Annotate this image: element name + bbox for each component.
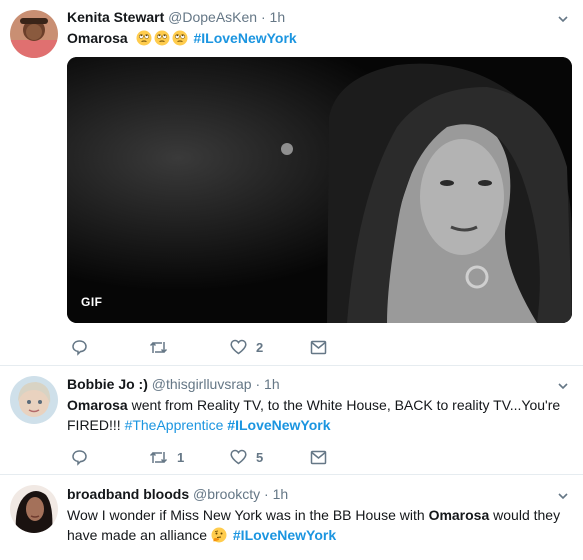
gif-frame-image	[67, 57, 572, 323]
direct-message-button[interactable]	[310, 337, 327, 357]
like-button[interactable]: 5	[230, 447, 263, 467]
timestamp[interactable]: 1h	[273, 486, 289, 502]
direct-message-button[interactable]	[310, 447, 327, 467]
hashtag-link[interactable]: #ILoveNewYork	[227, 417, 330, 433]
hashtag-link[interactable]: #ILoveNewYork	[193, 30, 296, 46]
like-button[interactable]: 2	[230, 337, 263, 357]
reply-icon	[72, 339, 87, 356]
avatar[interactable]	[10, 10, 58, 58]
display-name[interactable]: broadband bloods	[67, 486, 189, 502]
separator-dot: ·	[255, 376, 261, 392]
chevron-down-icon[interactable]	[557, 13, 569, 25]
envelope-icon	[310, 340, 327, 354]
handle[interactable]: @DopeAsKen	[168, 9, 257, 25]
display-name[interactable]: Bobbie Jo :)	[67, 376, 148, 392]
tweet-header: broadband bloods @brookcty · 1h	[67, 486, 288, 502]
heart-icon	[230, 449, 247, 465]
tweet-text: Omarosa #ILoveNewYork	[67, 28, 567, 48]
hashtag-link[interactable]: #TheApprentice	[125, 417, 224, 433]
mention-bold: Omarosa	[428, 507, 490, 523]
handle[interactable]: @thisgirlluvsrap	[152, 376, 252, 392]
like-count: 5	[256, 449, 264, 465]
chevron-down-icon[interactable]	[557, 380, 569, 392]
chevron-down-icon[interactable]	[557, 490, 569, 502]
retweet-icon	[149, 451, 168, 463]
gif-media[interactable]: GIF	[67, 57, 572, 323]
tweet-text: Wow I wonder if Miss New York was in the…	[67, 505, 567, 545]
gif-badge: GIF	[81, 295, 103, 309]
retweet-button[interactable]	[149, 337, 177, 357]
tweet-header: Kenita Stewart @DopeAsKen · 1h	[67, 9, 285, 25]
thinking-face-icon	[211, 527, 227, 543]
avatar[interactable]	[10, 376, 58, 424]
envelope-icon	[310, 450, 327, 464]
retweet-count: 1	[177, 449, 185, 465]
avatar[interactable]	[10, 485, 58, 533]
tweet-actions: 2	[67, 337, 367, 357]
tweet-1[interactable]: Kenita Stewart @DopeAsKen · 1h Omarosa #…	[0, 0, 583, 364]
mention-bold: Omarosa	[67, 397, 128, 413]
tweet-2[interactable]: Bobbie Jo :) @thisgirlluvsrap · 1h Omaro…	[0, 366, 583, 474]
rolling-eyes-icon	[172, 30, 188, 46]
reply-icon	[72, 449, 87, 466]
separator-dot: ·	[264, 486, 269, 502]
like-count: 2	[256, 339, 264, 355]
tweet-actions: 1 5	[67, 447, 367, 467]
hashtag-link[interactable]: #ILoveNewYork	[233, 527, 336, 543]
heart-icon	[230, 339, 247, 355]
timestamp[interactable]: 1h	[264, 376, 280, 392]
retweet-icon	[149, 341, 168, 353]
rolling-eyes-icon	[136, 30, 152, 46]
retweet-button[interactable]: 1	[149, 447, 184, 467]
tweet-3[interactable]: broadband bloods @brookcty · 1h Wow I wo…	[0, 475, 583, 560]
tweet-body: Wow I wonder if Miss New York was in the…	[67, 507, 429, 523]
reply-button[interactable]	[71, 337, 97, 357]
display-name[interactable]: Kenita Stewart	[67, 9, 164, 25]
handle[interactable]: @brookcty	[193, 486, 260, 502]
mention-bold: Omarosa	[67, 30, 128, 46]
timestamp[interactable]: 1h	[270, 9, 286, 25]
reply-button[interactable]	[71, 447, 97, 467]
tweet-text: Omarosa went from Reality TV, to the Whi…	[67, 395, 567, 435]
rolling-eyes-icon	[154, 30, 170, 46]
tweet-header: Bobbie Jo :) @thisgirlluvsrap · 1h	[67, 376, 280, 392]
separator-dot: ·	[260, 9, 266, 25]
